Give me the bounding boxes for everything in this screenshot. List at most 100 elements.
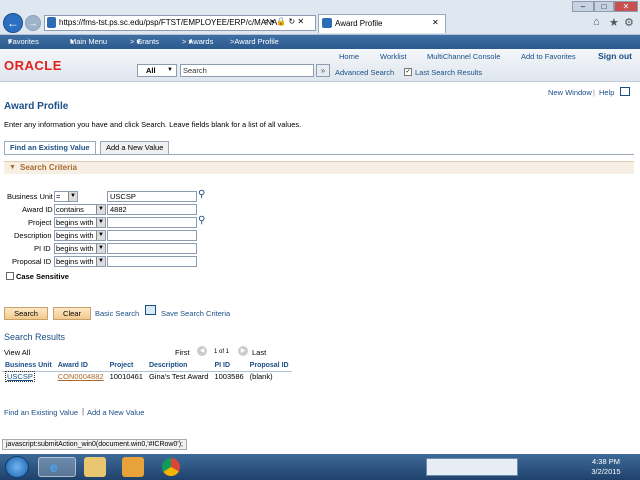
search-results-title: Search Results: [4, 332, 66, 342]
personalize-page-icon[interactable]: [620, 87, 630, 96]
search-criteria-section[interactable]: [4, 161, 634, 174]
breadcrumb-label: Grants: [136, 37, 159, 46]
maximize-button[interactable]: □: [594, 1, 614, 12]
label-project: Project: [28, 218, 52, 227]
label-award-id: Award ID: [22, 205, 53, 214]
search-go-button[interactable]: »: [316, 64, 330, 77]
table-row[interactable]: USCSP CON0004882 10010461 Gina's Test Aw…: [2, 371, 292, 383]
tab-find-existing-value[interactable]: Find an Existing Value: [4, 141, 96, 154]
tab-add-new-value[interactable]: Add a New Value: [100, 141, 170, 154]
new-window-link[interactable]: New Window: [548, 88, 592, 97]
cell-project[interactable]: 10010461: [107, 371, 146, 382]
business-unit-operator[interactable]: = ▼: [54, 191, 78, 202]
minimize-button[interactable]: –: [572, 1, 594, 12]
pi-id-operator[interactable]: begins with ▼: [54, 243, 106, 254]
award-id-operator[interactable]: contains ▼: [54, 204, 106, 215]
save-search-criteria-link[interactable]: Save Search Criteria: [161, 309, 230, 318]
worklist-link[interactable]: Worklist: [380, 52, 407, 61]
tab-divider: [4, 154, 634, 155]
cell-proposal-id[interactable]: (blank): [247, 371, 292, 382]
breadcrumb-awards[interactable]: > Awards ▾: [182, 35, 213, 49]
project-operator[interactable]: begins with ▼: [54, 217, 106, 228]
label-description: Description: [14, 231, 52, 240]
chrome-icon[interactable]: [162, 458, 180, 476]
gear-icon[interactable]: ⚙: [624, 16, 634, 29]
project-input[interactable]: [107, 217, 197, 228]
sign-out-link[interactable]: Sign out: [598, 51, 632, 61]
global-search-input[interactable]: Search: [180, 64, 314, 77]
last-search-results-link[interactable]: Last Search Results: [415, 68, 482, 77]
lookup-magnifier-icon[interactable]: ⚲: [198, 215, 205, 226]
case-sensitive-checkbox[interactable]: [6, 272, 14, 280]
breadcrumb-award-profile[interactable]: > Award Profile: [230, 35, 279, 49]
chevron-down-icon: ▼: [167, 67, 173, 73]
find-existing-value-link[interactable]: Find an Existing Value: [4, 408, 78, 417]
search-button[interactable]: Search: [4, 307, 48, 320]
close-window-button[interactable]: ✕: [614, 1, 638, 12]
column-header[interactable]: Proposal ID: [246, 360, 292, 372]
ie-icon: e: [50, 459, 58, 475]
save-criteria-icon[interactable]: [145, 305, 156, 315]
windows-start-icon[interactable]: [5, 456, 29, 478]
cell-description[interactable]: Gina's Test Award: [146, 371, 212, 382]
column-header[interactable]: Business Unit: [2, 360, 55, 372]
operator-value: begins with: [56, 218, 94, 227]
clock-date[interactable]: 3/2/2015: [583, 467, 629, 476]
cell-link[interactable]: CON0004882: [58, 372, 104, 381]
column-header[interactable]: PI ID: [211, 360, 247, 372]
url-text: https://fms-tst.ps.sc.edu/psp/FTST/EMPLO…: [59, 18, 278, 27]
main-menu-label: Main Menu: [70, 37, 108, 46]
tab-title: Award Profile: [335, 19, 383, 28]
tab-close-icon[interactable]: ✕: [432, 18, 439, 27]
system-tray-toolbar[interactable]: [426, 458, 518, 476]
results-header-row: Business Unit Award ID Project Descripti…: [2, 360, 292, 372]
description-operator[interactable]: begins with ▼: [54, 230, 106, 241]
pi-id-input[interactable]: [107, 243, 197, 254]
cell-link[interactable]: USCSP: [5, 371, 35, 383]
description-input[interactable]: [107, 230, 197, 241]
award-id-input[interactable]: 4882: [107, 204, 197, 215]
cell-business-unit[interactable]: USCSP: [2, 371, 55, 383]
main-menu[interactable]: Main Menu ▾: [70, 35, 107, 49]
multichannel-console-link[interactable]: MultiChannel Console: [427, 52, 500, 61]
label-proposal-id: Proposal ID: [12, 257, 52, 266]
proposal-id-input[interactable]: [107, 256, 197, 267]
home-icon[interactable]: ⌂: [593, 16, 600, 28]
site-favicon-icon: [47, 17, 56, 28]
lookup-magnifier-icon[interactable]: ⚲: [198, 189, 205, 200]
next-page-icon[interactable]: ▶: [238, 346, 248, 356]
operator-value: =: [56, 192, 61, 201]
media-player-icon[interactable]: [122, 457, 144, 477]
breadcrumb-grants[interactable]: > Grants ▾: [130, 35, 159, 49]
back-arrow-icon[interactable]: ←: [3, 13, 23, 33]
clock-time[interactable]: 4:38 PM: [583, 457, 629, 466]
navigation-bar: Favorites ▾ Main Menu ▾ > Grants ▾ > Awa…: [0, 35, 640, 49]
help-link[interactable]: Help: [599, 88, 614, 97]
column-header[interactable]: Description: [145, 360, 212, 372]
cell-award-id[interactable]: CON0004882: [55, 371, 107, 382]
cell-pi-id[interactable]: 1003586: [211, 371, 246, 382]
business-unit-input[interactable]: USCSP: [107, 191, 197, 202]
section-title: Search Criteria: [20, 163, 77, 172]
column-header[interactable]: Award ID: [54, 360, 107, 372]
proposal-id-operator[interactable]: begins with ▼: [54, 256, 106, 267]
forward-arrow-icon[interactable]: →: [25, 15, 41, 31]
previous-page-icon[interactable]: ◀: [197, 346, 207, 356]
column-header[interactable]: Project: [106, 360, 146, 372]
star-icon[interactable]: ★: [609, 16, 619, 29]
advanced-search-link[interactable]: Advanced Search: [335, 68, 394, 77]
favorites-menu[interactable]: Favorites ▾: [8, 35, 39, 49]
address-controls[interactable]: ⌕ ▾ 🔒 ↻ ✕: [264, 17, 304, 27]
add-new-value-link[interactable]: Add a New Value: [87, 408, 144, 417]
basic-search-link[interactable]: Basic Search: [95, 309, 139, 318]
operator-value: begins with: [56, 244, 94, 253]
search-scope-select[interactable]: All ▼: [137, 64, 177, 77]
clear-button[interactable]: Clear: [53, 307, 91, 320]
add-to-favorites-link[interactable]: Add to Favorites: [521, 52, 576, 61]
home-link[interactable]: Home: [339, 52, 359, 61]
tab-award-profile[interactable]: Award Profile: [318, 14, 446, 33]
view-all-label[interactable]: View All: [4, 348, 30, 357]
page-info: 1 of 1: [214, 349, 230, 355]
explorer-folder-icon[interactable]: [84, 457, 106, 477]
collapse-triangle-icon[interactable]: ▼: [9, 164, 16, 171]
